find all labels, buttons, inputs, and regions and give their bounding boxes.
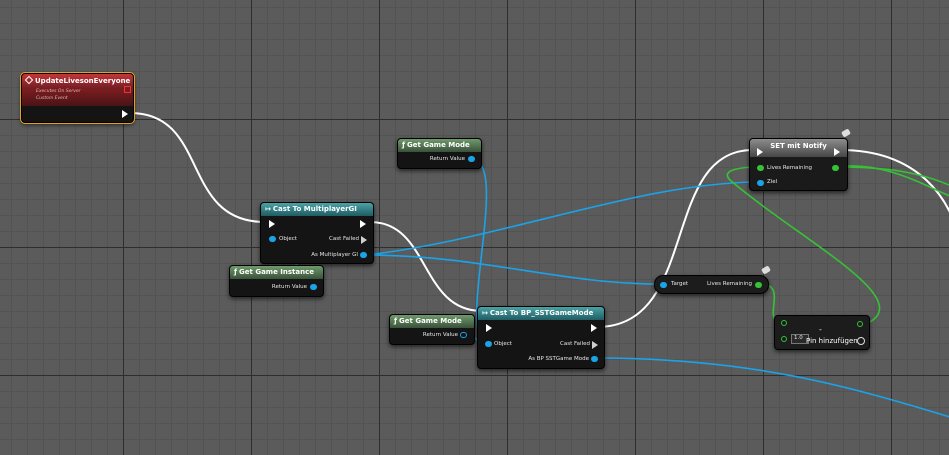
cast-failed-pin[interactable]: [592, 341, 598, 349]
exec-in-pin[interactable]: [757, 148, 763, 156]
return-value-pin[interactable]: [468, 156, 475, 162]
float-wire-set-out-2: [833, 165, 949, 197]
exec-wire-set-out: [839, 149, 949, 213]
object-label: Object: [279, 236, 297, 242]
f-icon: ƒ: [234, 268, 238, 276]
lives-remaining-getter-node[interactable]: Target Lives Remaining: [654, 275, 769, 294]
plus-circle-icon[interactable]: [857, 337, 865, 345]
cast-title: Cast To MultiplayerGI: [272, 205, 357, 213]
get-game-instance-node[interactable]: ƒ Get Game Instance Return Value: [229, 265, 324, 297]
cast-header: ↦ Cast To MultiplayerGI: [261, 203, 373, 216]
set-mit-notify-node[interactable]: SET mit Notify Lives Remaining Ziel: [749, 138, 848, 191]
exec-wire-cast-to-set: [596, 149, 754, 328]
get-game-instance-header: ƒ Get Game Instance: [230, 266, 323, 279]
object-wire-as-gamemode-out: [595, 357, 949, 418]
return-value-label: Return Value: [429, 156, 465, 162]
custom-event-server-label: Executes On Server: [36, 89, 81, 94]
get-game-instance-title: Get Game Instance: [239, 268, 314, 276]
target-pin[interactable]: [660, 282, 667, 288]
custom-event-title: UpdateLivesonEveryone: [35, 77, 131, 85]
get-game-mode-node-top[interactable]: ƒ Get Game Mode Return Value: [397, 138, 482, 169]
object-wire-as-gi-to-target: [365, 254, 661, 285]
event-diamond-icon: [24, 75, 34, 85]
lives-remaining-label: Lives Remaining: [767, 165, 813, 171]
return-value-pin[interactable]: [310, 284, 317, 290]
get-game-mode-header: ƒ Get Game Mode: [390, 315, 474, 328]
target-label: Target: [671, 281, 689, 287]
object-wire-as-gi-to-ziel: [365, 181, 761, 256]
wires-layer: [129, 112, 949, 418]
cast-to-multiplayer-gi-node[interactable]: ↦ Cast To MultiplayerGI Object Cast Faile…: [260, 202, 374, 264]
cast-title: Cast To BP_SSTGameMode: [489, 309, 594, 317]
exec-out-pin[interactable]: [122, 110, 128, 118]
operator-label: -: [819, 325, 822, 334]
cast-failed-label: Cast Failed: [560, 341, 590, 347]
custom-event-node[interactable]: UpdateLivesonEveryone Executes On Server…: [20, 72, 135, 124]
as-multiplayer-gi-label: As Multiplayer GI: [311, 252, 358, 258]
set-header: SET mit Notify: [750, 139, 847, 157]
exec-out-pin[interactable]: [591, 324, 597, 332]
exec-out-pin[interactable]: [834, 148, 840, 156]
get-game-mode-title: Get Game Mode: [407, 141, 470, 149]
as-multiplayer-gi-pin[interactable]: [360, 252, 367, 258]
cast-arrow-icon: ↦: [482, 309, 488, 317]
ziel-pin[interactable]: [757, 180, 764, 186]
object-label: Object: [494, 341, 512, 347]
cast-failed-label: Cast Failed: [329, 236, 359, 242]
as-sst-game-mode-pin[interactable]: [591, 356, 598, 362]
exec-in-pin[interactable]: [486, 324, 492, 332]
get-game-mode-title: Get Game Mode: [399, 317, 462, 325]
object-pin[interactable]: [485, 341, 492, 347]
cast-failed-pin[interactable]: [361, 236, 367, 244]
lives-remaining-label: Lives Remaining: [706, 281, 752, 287]
subtract-node[interactable]: - 1.0 Pin hinzufügen: [774, 315, 870, 350]
lives-remaining-in-pin[interactable]: [757, 165, 764, 171]
get-game-mode-header: ƒ Get Game Mode: [398, 139, 481, 152]
lives-remaining-pin[interactable]: [755, 282, 762, 288]
return-value-pin[interactable]: [460, 332, 467, 338]
set-title: SET mit Notify: [770, 142, 827, 150]
b-input-pin[interactable]: [781, 336, 787, 342]
get-game-mode-node-bottom[interactable]: ƒ Get Game Mode Return Value: [389, 314, 475, 345]
custom-event-type-label: Custom Event: [36, 96, 68, 101]
cast-to-sst-game-mode-node[interactable]: ↦ Cast To BP_SSTGameMode Object Cast Fail…: [477, 306, 605, 369]
f-icon: ƒ: [402, 141, 406, 149]
exec-wire-cast-to-cast: [369, 221, 483, 312]
float-wire-set-out-1: [833, 166, 949, 186]
f-icon: ƒ: [394, 317, 398, 325]
b-value-text: 1.0: [794, 335, 803, 341]
lives-remaining-out-pin[interactable]: [832, 165, 839, 171]
cast-header: ↦ Cast To BP_SSTGameMode: [478, 307, 604, 320]
exec-in-pin[interactable]: [269, 220, 275, 228]
network-replication-icon: [841, 128, 851, 138]
return-value-label: Return Value: [422, 332, 458, 338]
return-value-label: Return Value: [271, 284, 307, 290]
custom-event-header: UpdateLivesonEveryone: [22, 74, 133, 89]
exec-wire-event-to-cast: [129, 112, 266, 223]
custom-event-subheader: Executes On Server Custom Event: [22, 89, 133, 106]
ziel-label: Ziel: [767, 179, 778, 185]
network-replication-icon: [761, 265, 771, 275]
add-pin-label[interactable]: Pin hinzufügen: [806, 337, 858, 345]
result-pin[interactable]: [857, 321, 863, 327]
delegate-pin[interactable]: [124, 86, 131, 93]
a-input-pin[interactable]: [781, 320, 787, 326]
object-pin[interactable]: [269, 236, 276, 242]
as-sst-game-mode-label: As BP SSTGame Mode: [528, 356, 589, 362]
cast-arrow-icon: ↦: [265, 205, 271, 213]
exec-out-pin[interactable]: [360, 220, 366, 228]
